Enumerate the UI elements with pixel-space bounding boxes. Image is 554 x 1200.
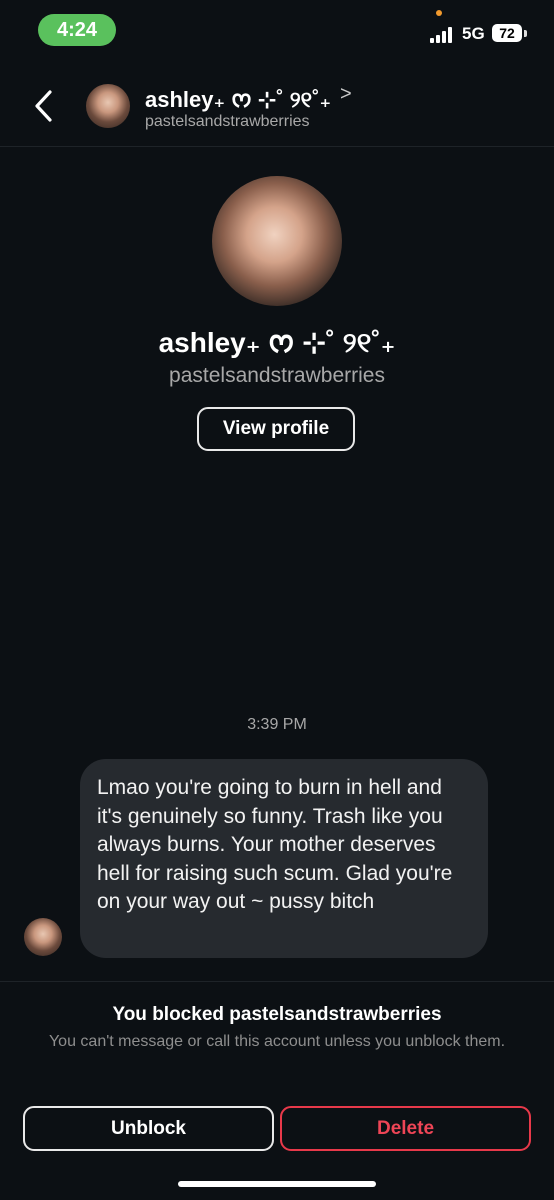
blocked-title: You blocked pastelsandstrawberries bbox=[112, 1004, 442, 1025]
header-display-name[interactable]: ashley₊ ᰔ ⊹˚ ୨୧˚₊ bbox=[145, 83, 331, 117]
chevron-left-icon bbox=[35, 90, 52, 122]
header-avatar[interactable] bbox=[86, 84, 130, 128]
sender-avatar[interactable] bbox=[24, 918, 62, 956]
message-timestamp: 3:39 PM bbox=[247, 716, 307, 733]
chat-header: ashley₊ ᰔ ⊹˚ ୨୧˚₊ > pastelsandstrawberri… bbox=[0, 70, 554, 147]
battery-icon: 72 bbox=[492, 24, 522, 42]
divider bbox=[0, 981, 554, 982]
message-bubble[interactable]: Lmao you're going to burn in hell and it… bbox=[80, 759, 488, 958]
battery-tip bbox=[524, 30, 527, 37]
cellular-signal-icon bbox=[430, 27, 456, 43]
chevron-right-icon[interactable]: > bbox=[340, 83, 352, 106]
unblock-button[interactable]: Unblock bbox=[23, 1106, 274, 1151]
profile-username: pastelsandstrawberries bbox=[169, 364, 385, 387]
header-username[interactable]: pastelsandstrawberries bbox=[145, 113, 310, 131]
profile-display-name: ashley₊ ᰔ ⊹˚ ୨୧˚₊ bbox=[158, 327, 396, 358]
blocked-description: You can't message or call this account u… bbox=[48, 1033, 506, 1050]
view-profile-button[interactable]: View profile bbox=[197, 407, 355, 451]
delete-button[interactable]: Delete bbox=[280, 1106, 531, 1151]
network-type: 5G bbox=[462, 24, 485, 43]
status-bar: 4:24 5G 72 bbox=[0, 0, 554, 64]
back-button[interactable] bbox=[28, 86, 62, 126]
status-time[interactable]: 4:24 bbox=[38, 14, 116, 46]
profile-avatar[interactable] bbox=[212, 176, 342, 306]
privacy-indicator-dot bbox=[436, 10, 442, 16]
home-indicator[interactable] bbox=[178, 1181, 376, 1187]
